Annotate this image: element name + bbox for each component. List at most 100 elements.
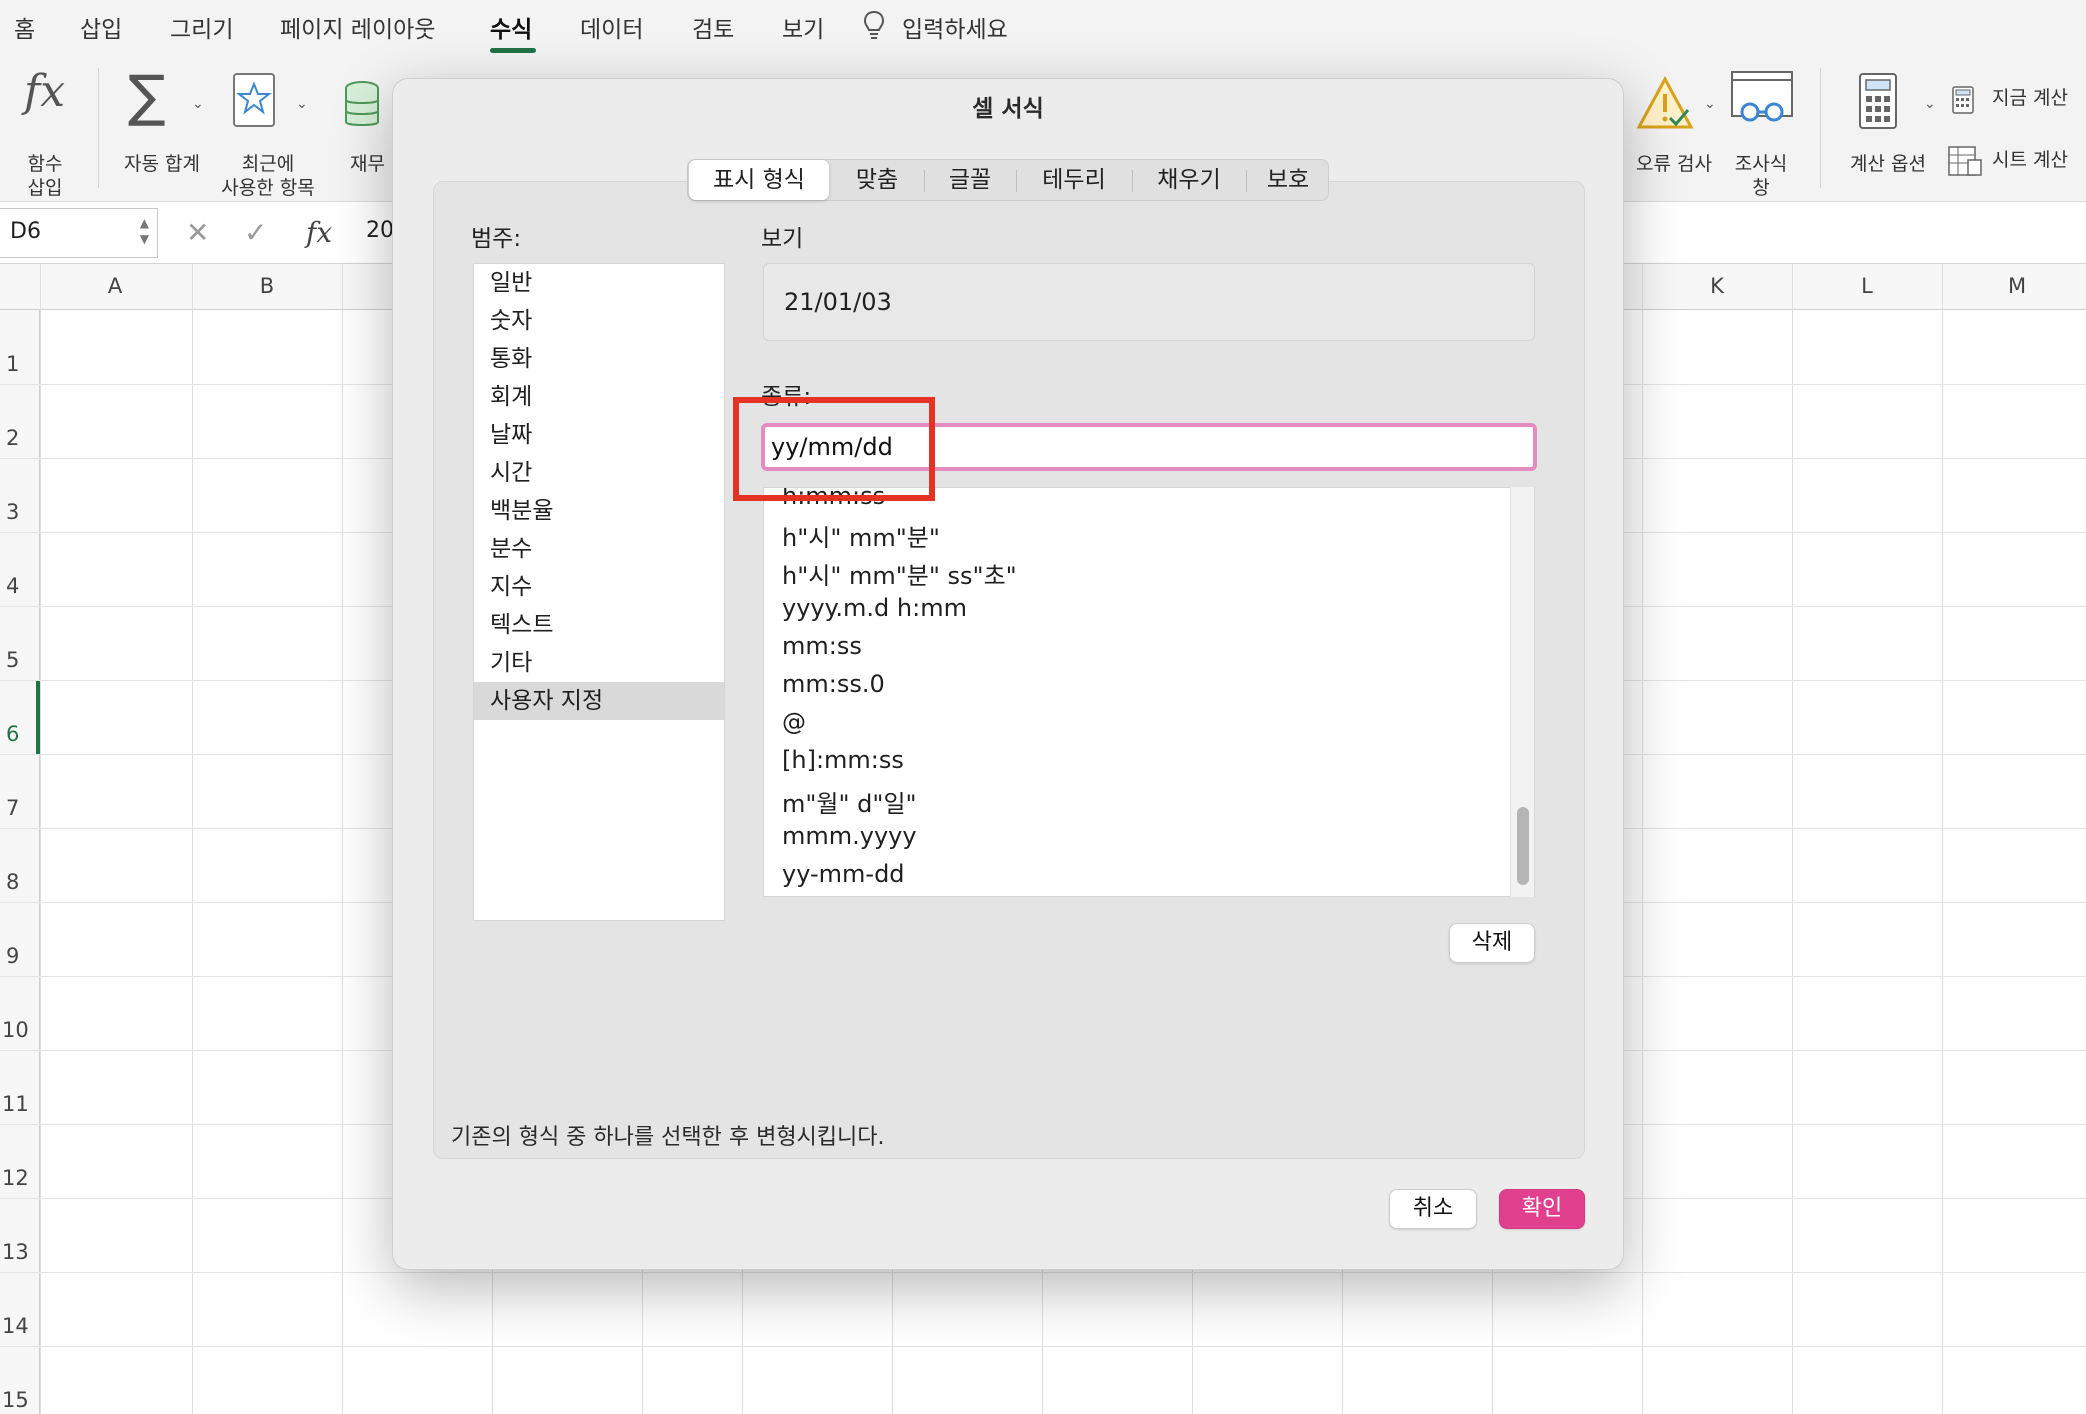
category-item-selected[interactable]: 사용자 지정 [474, 682, 724, 720]
row-header[interactable]: 3 [6, 500, 19, 524]
star-book-icon [233, 73, 275, 127]
row-header[interactable]: 1 [6, 352, 19, 376]
category-item[interactable]: 날짜 [474, 416, 724, 454]
row-header[interactable]: 15 [2, 1388, 29, 1412]
row-header[interactable]: 9 [6, 944, 19, 968]
category-item[interactable]: 숫자 [474, 302, 724, 340]
calculation-options-button[interactable]: ⌄ 계산 옵션 [1844, 66, 1944, 176]
category-item[interactable]: 분수 [474, 530, 724, 568]
tab-page-layout[interactable]: 페이지 레이아웃 [280, 10, 435, 44]
selected-row-indicator [36, 680, 40, 754]
tab-protection[interactable]: 보호 [1248, 160, 1328, 200]
tab-font[interactable]: 글꼴 [926, 160, 1014, 200]
category-item[interactable]: 통화 [474, 340, 724, 378]
row-header[interactable]: 11 [2, 1092, 29, 1116]
column-gridline [192, 264, 193, 1414]
column-gridline [342, 264, 343, 1414]
tab-home[interactable]: 홈 [14, 10, 35, 44]
ok-button[interactable]: 확인 [1499, 1189, 1585, 1229]
category-list[interactable]: 일반 숫자 통화 회계 날짜 시간 백분율 분수 지수 텍스트 기타 사용자 지… [473, 263, 725, 921]
category-label: 범주: [471, 226, 522, 252]
calculator-icon [1952, 86, 1974, 114]
tab-review[interactable]: 검토 [692, 10, 734, 44]
column-header-l[interactable]: L [1792, 274, 1942, 298]
row-header-selected[interactable]: 6 [6, 722, 19, 746]
row-header[interactable]: 5 [6, 648, 19, 672]
format-code-item[interactable]: h"시" mm"분" [782, 518, 940, 553]
insert-function-button[interactable]: fx 함수 삽입 [10, 66, 80, 199]
calculator-icon [1859, 73, 1897, 129]
database-icon [345, 81, 379, 126]
active-tab-indicator [490, 48, 536, 53]
column-header-k[interactable]: K [1642, 274, 1792, 298]
format-code-item[interactable]: mm:ss [782, 632, 862, 660]
name-box-stepper-icon[interactable]: ▲ ▼ [140, 215, 149, 247]
name-box[interactable]: D6 ▲ ▼ [0, 208, 158, 258]
row-header[interactable]: 8 [6, 870, 19, 894]
annotation-highlight-box [733, 397, 935, 501]
tab-insert[interactable]: 삽입 [80, 10, 122, 44]
chevron-down-icon: ⌄ [192, 96, 204, 112]
calculate-now-label: 지금 계산 [1992, 87, 2068, 109]
autosum-button[interactable]: ∑ ⌄ 자동 합계 [118, 64, 218, 175]
category-item[interactable]: 시간 [474, 454, 724, 492]
row-header[interactable]: 13 [2, 1240, 29, 1264]
tab-draw[interactable]: 그리기 [170, 10, 233, 44]
format-code-item[interactable]: yy-mm-dd [782, 860, 905, 888]
confirm-entry-icon[interactable]: ✓ [244, 216, 267, 249]
preview-value: 21/01/03 [784, 288, 892, 316]
row-header[interactable]: 7 [6, 796, 19, 820]
format-code-item[interactable]: mmm.yyyy [782, 822, 917, 850]
fx-icon[interactable]: fx [306, 216, 332, 249]
tell-me-search[interactable]: 입력하세요 [902, 10, 1008, 44]
format-code-item[interactable]: @ [782, 708, 806, 736]
tab-view[interactable]: 보기 [782, 10, 824, 44]
calculate-sheet-button[interactable]: 시트 계산 [1946, 144, 2080, 178]
category-item[interactable]: 지수 [474, 568, 724, 606]
format-list-scrollbar[interactable] [1510, 487, 1534, 897]
cancel-entry-icon[interactable]: ✕ [186, 216, 209, 249]
cancel-button[interactable]: 취소 [1389, 1189, 1477, 1229]
recently-used-button[interactable]: ⌄ 최근에 사용한 항목 [216, 66, 316, 199]
format-code-item[interactable]: [h]:mm:ss [782, 746, 904, 774]
column-header-m[interactable]: M [1942, 274, 2086, 298]
column-header-a[interactable]: A [40, 274, 190, 298]
row-header[interactable]: 10 [2, 1018, 29, 1042]
format-code-item[interactable]: m"월" d"일" [782, 784, 917, 819]
tab-data[interactable]: 데이터 [580, 10, 643, 44]
tab-alignment[interactable]: 맞춤 [832, 160, 922, 200]
glasses-window-icon [1731, 71, 1793, 122]
financial-button[interactable]: 재무 [336, 66, 392, 198]
category-item[interactable]: 백분율 [474, 492, 724, 530]
format-code-item[interactable]: yyyy.m.d h:mm [782, 594, 967, 622]
column-gridline [1792, 264, 1793, 1414]
scrollbar-thumb[interactable] [1517, 807, 1529, 885]
category-item[interactable]: 회계 [474, 378, 724, 416]
tab-border[interactable]: 테두리 [1018, 160, 1130, 200]
category-item[interactable]: 일반 [474, 264, 724, 302]
error-checking-button[interactable]: ⌄ 오류 검사 [1632, 66, 1722, 176]
category-item[interactable]: 기타 [474, 644, 724, 682]
row-header[interactable]: 12 [2, 1166, 29, 1190]
ribbon-tab-bar: 홈 삽입 그리기 페이지 레이아웃 수식 데이터 검토 보기 입력하세요 [0, 0, 2086, 56]
delete-button[interactable]: 삭제 [1449, 923, 1535, 963]
column-header-b[interactable]: B [192, 274, 342, 298]
row-header[interactable]: 4 [6, 574, 19, 598]
tab-number-format[interactable]: 표시 형식 [689, 160, 829, 200]
format-code-item[interactable]: h"시" mm"분" ss"초" [782, 556, 1017, 591]
tab-fill[interactable]: 채우기 [1134, 160, 1244, 200]
row-header[interactable]: 2 [6, 426, 19, 450]
warning-icon [1636, 76, 1694, 129]
formula-input[interactable]: 20 [366, 218, 394, 243]
ribbon-separator [98, 68, 99, 188]
calculate-now-button[interactable]: 지금 계산 [1950, 82, 2080, 116]
tab-formulas[interactable]: 수식 [490, 10, 532, 44]
chevron-down-icon: ⌄ [1924, 96, 1936, 112]
category-item[interactable]: 텍스트 [474, 606, 724, 644]
calculate-sheet-label: 시트 계산 [1992, 149, 2068, 171]
watch-window-button[interactable]: 조사식 창 [1726, 66, 1796, 199]
row-gridline [0, 1272, 2086, 1273]
format-code-item[interactable]: mm:ss.0 [782, 670, 885, 698]
row-header[interactable]: 14 [2, 1314, 29, 1338]
format-code-list[interactable]: h:mm:ss h"시" mm"분" h"시" mm"분" ss"초" yyyy… [763, 487, 1535, 897]
